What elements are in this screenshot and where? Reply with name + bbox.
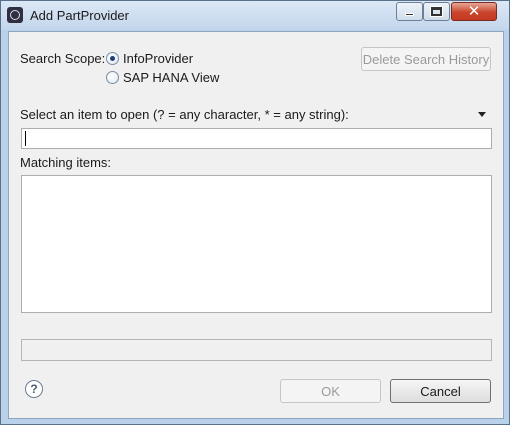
text-caret — [25, 131, 26, 146]
help-icon[interactable]: ? — [25, 380, 43, 398]
radio-infoprovider[interactable] — [106, 52, 119, 65]
dialog-window: Add PartProvider ✕ Search Scope: InfoPro… — [0, 0, 510, 425]
status-bar — [21, 339, 492, 361]
close-button[interactable]: ✕ — [451, 2, 497, 21]
search-input[interactable] — [21, 128, 492, 149]
matching-items-label: Matching items: — [20, 155, 112, 170]
scope-option-infoprovider[interactable]: InfoProvider — [106, 51, 193, 66]
scope-option-sap-hana-view[interactable]: SAP HANA View — [106, 70, 219, 85]
search-scope-label: Search Scope: — [20, 51, 106, 66]
close-icon: ✕ — [467, 2, 481, 20]
ok-button[interactable]: OK — [280, 379, 381, 403]
minimize-icon — [405, 13, 414, 16]
radio-sap-hana-view[interactable] — [106, 71, 119, 84]
minimize-button[interactable] — [396, 2, 423, 21]
dialog-body: Search Scope: InfoProvider SAP HANA View… — [8, 31, 504, 419]
maximize-button[interactable] — [423, 2, 450, 21]
cancel-button[interactable]: Cancel — [390, 379, 491, 403]
delete-search-history-button[interactable]: Delete Search History — [361, 47, 491, 71]
app-icon[interactable] — [7, 7, 23, 23]
maximize-icon — [430, 6, 443, 17]
title-bar[interactable]: Add PartProvider ✕ — [1, 1, 509, 30]
window-title: Add PartProvider — [30, 8, 129, 23]
select-item-label: Select an item to open (? = any characte… — [20, 107, 349, 122]
dropdown-arrow-icon[interactable] — [478, 112, 486, 117]
scope-option-label: SAP HANA View — [123, 70, 220, 85]
scope-option-label: InfoProvider — [123, 51, 194, 66]
matching-items-list[interactable] — [21, 175, 492, 313]
